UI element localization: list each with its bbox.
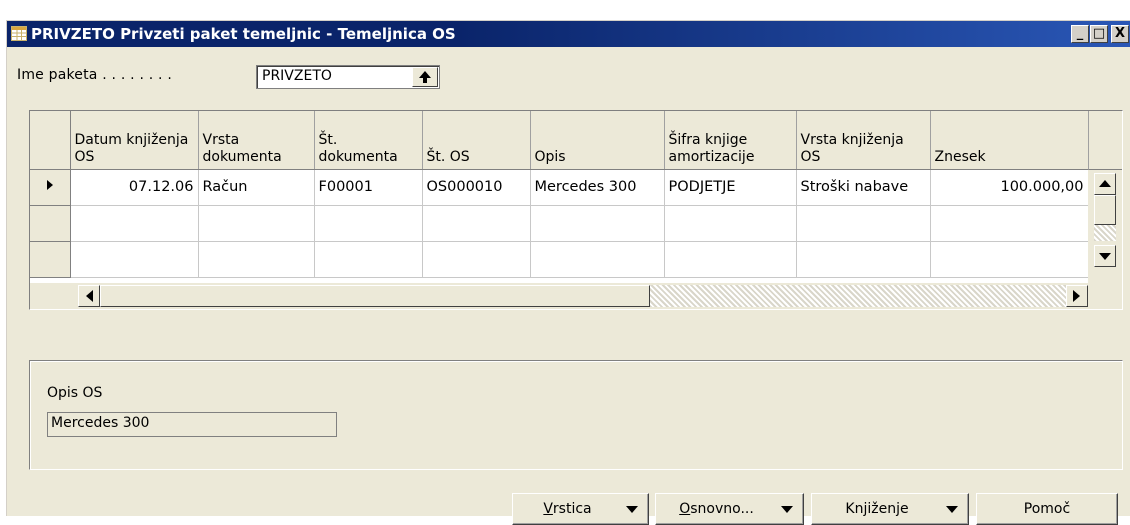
chevron-down-icon — [781, 506, 793, 513]
column-header[interactable]: Št. OS — [422, 111, 531, 170]
batch-name-input[interactable]: PRIVZETO — [256, 65, 440, 89]
cell-document-type[interactable]: Račun — [198, 169, 315, 206]
hscroll-thumb[interactable] — [100, 285, 650, 307]
empty-cell[interactable] — [796, 205, 931, 242]
row-selector[interactable] — [30, 169, 71, 206]
column-header[interactable]: Vrsta knjiženja OS — [796, 111, 931, 170]
line-menu-label: rstica — [552, 501, 592, 517]
empty-cell[interactable] — [422, 241, 531, 278]
empty-cell[interactable] — [930, 205, 1089, 242]
fa-description-value: Mercedes 300 — [51, 415, 150, 431]
close-icon: X — [1114, 26, 1126, 41]
window-title: PRIVZETO Privzeti paket temeljnic - Teme… — [31, 25, 456, 43]
empty-cell[interactable] — [796, 241, 931, 278]
empty-cell[interactable] — [664, 241, 797, 278]
horizontal-scrollbar[interactable] — [30, 283, 1122, 309]
table-icon — [11, 26, 27, 41]
current-row-icon — [46, 180, 53, 190]
column-header[interactable]: Datum knjiženja OS — [70, 111, 199, 170]
empty-cell[interactable] — [198, 205, 315, 242]
empty-cell[interactable] — [70, 205, 199, 242]
empty-cell[interactable] — [70, 241, 199, 278]
scroll-down-button[interactable] — [1094, 245, 1116, 267]
journal-grid: Datum knjiženja OS Vrsta dokumenta Št. d… — [29, 110, 1123, 310]
table-row[interactable]: 07.12.06 Račun F00001 OS000010 Mercedes … — [30, 169, 1089, 206]
empty-cell[interactable] — [664, 205, 797, 242]
empty-cell[interactable] — [530, 241, 665, 278]
scroll-left-button[interactable] — [78, 285, 100, 307]
empty-cell[interactable] — [930, 241, 1089, 278]
posting-menu-button[interactable]: Knjiženje — [811, 493, 969, 525]
lookup-button[interactable] — [412, 67, 438, 87]
fa-description-field[interactable]: Mercedes 300 — [47, 412, 337, 437]
journal-window: PRIVZETO Privzeti paket temeljnic - Teme… — [6, 20, 1130, 525]
empty-cell[interactable] — [314, 205, 423, 242]
table-row[interactable] — [30, 205, 1089, 242]
chevron-down-icon — [626, 506, 638, 513]
row-selector[interactable] — [30, 205, 71, 242]
vertical-scrollbar[interactable] — [1088, 111, 1122, 309]
column-header[interactable]: Opis — [530, 111, 665, 170]
minimize-button[interactable]: _ — [1071, 25, 1089, 43]
cell-description[interactable]: Mercedes 300 — [530, 169, 665, 206]
title-bar[interactable]: PRIVZETO Privzeti paket temeljnic - Teme… — [7, 21, 1130, 47]
cell-posting-type[interactable]: Stroški nabave — [796, 169, 931, 206]
arrow-up-icon — [419, 71, 431, 83]
column-header[interactable]: Vrsta dokumenta — [198, 111, 315, 170]
arrow-down-icon — [1099, 253, 1111, 260]
line-menu-button[interactable]: Vrstica — [512, 493, 649, 525]
minimize-icon: _ — [1076, 26, 1084, 41]
arrow-left-icon — [86, 290, 93, 302]
empty-cell[interactable] — [530, 205, 665, 242]
arrow-up-icon — [1099, 180, 1111, 187]
journal-table: Datum knjiženja OS Vrsta dokumenta Št. d… — [30, 111, 1089, 278]
chevron-down-icon — [946, 506, 958, 513]
column-header[interactable]: Znesek — [930, 111, 1089, 170]
fa-description-label: Opis OS — [47, 385, 103, 401]
maximize-icon: □ — [1092, 26, 1106, 41]
help-button-label: Pomoč — [1023, 501, 1071, 517]
close-button[interactable]: X — [1111, 25, 1129, 43]
scroll-thumb[interactable] — [1094, 195, 1116, 225]
empty-cell[interactable] — [422, 205, 531, 242]
line-accelerator: V — [543, 501, 553, 517]
posting-menu-label: Knjiženje — [845, 501, 909, 517]
cell-amount[interactable]: 100.000,00 — [930, 169, 1089, 206]
functions-accelerator: O — [679, 501, 691, 517]
cell-fa-no[interactable]: OS000010 — [422, 169, 531, 206]
column-header[interactable]: Šifra knjige amortizacije — [664, 111, 797, 170]
maximize-button[interactable]: □ — [1090, 25, 1108, 43]
info-panel: Opis OS Mercedes 300 — [29, 360, 1123, 470]
arrow-right-icon — [1073, 290, 1080, 302]
scroll-up-button[interactable] — [1094, 173, 1116, 195]
empty-cell[interactable] — [198, 241, 315, 278]
cell-depreciation-book[interactable]: PODJETJE — [664, 169, 797, 206]
column-header[interactable]: Št. dokumenta — [314, 111, 423, 170]
batch-name-value: PRIVZETO — [262, 68, 332, 84]
scrollbar-corner — [1088, 111, 1122, 170]
functions-menu-button[interactable]: Osnovno... — [655, 493, 804, 525]
batch-name-label: Ime paketa . . . . . . . . — [17, 67, 172, 83]
row-selector[interactable] — [30, 241, 71, 278]
help-button[interactable]: Pomoč — [976, 493, 1118, 525]
empty-cell[interactable] — [314, 241, 423, 278]
table-row[interactable] — [30, 241, 1089, 278]
functions-menu-label: snovno... — [690, 501, 754, 517]
scroll-right-button[interactable] — [1066, 285, 1088, 307]
row-selector-header — [30, 111, 71, 170]
cell-document-no[interactable]: F00001 — [314, 169, 423, 206]
cell-posting-date[interactable]: 07.12.06 — [70, 169, 199, 206]
